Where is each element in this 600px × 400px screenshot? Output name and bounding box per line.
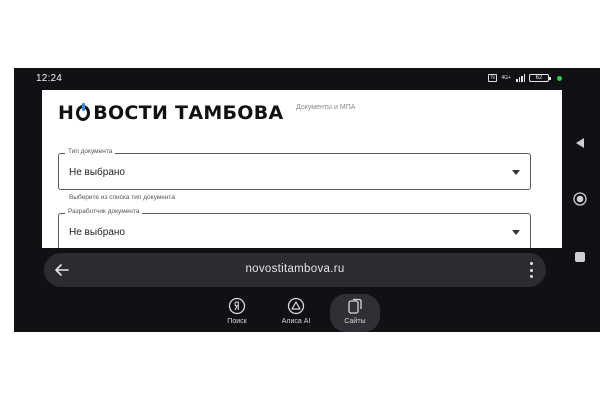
- nav-back-triangle-icon[interactable]: [573, 136, 587, 150]
- alice-ai-icon: [287, 297, 305, 315]
- logo-power-icon: [75, 103, 93, 123]
- phone-screen: 12:24 N 4G+ 62 Н ВОСТИ ТАМБОВА Документы…: [14, 68, 600, 332]
- web-content: Н ВОСТИ ТАМБОВА Документы и МПА Тип доку…: [42, 90, 562, 248]
- document-type-value: Не выбрано: [69, 167, 125, 178]
- battery-level: 62: [535, 75, 543, 81]
- document-type-hint: Выберите из списка тип документа: [69, 194, 175, 201]
- network-type: 4G+: [501, 75, 511, 81]
- document-developer-select[interactable]: Разработчик документа Не выбрано: [58, 208, 531, 248]
- battery-icon: 62: [529, 74, 551, 82]
- sites-cards-icon: [348, 298, 362, 314]
- tab-search[interactable]: Поиск: [212, 294, 262, 332]
- browser-address-bar[interactable]: novostitambova.ru: [44, 253, 546, 287]
- document-type-select[interactable]: Тип документа Не выбрано: [58, 148, 531, 190]
- tab-sites[interactable]: Сайты: [330, 294, 380, 332]
- document-type-legend: Тип документа: [65, 148, 116, 155]
- site-logo[interactable]: Н ВОСТИ ТАМБОВА: [58, 101, 284, 125]
- signal-icon: [516, 74, 525, 82]
- yandex-search-icon: [228, 297, 246, 315]
- system-nav-bar: [562, 68, 600, 332]
- status-time: 12:24: [36, 73, 63, 84]
- nav-home-circle-icon[interactable]: [573, 192, 587, 206]
- status-icons: N 4G+ 62: [488, 74, 562, 82]
- document-developer-value: Не выбрано: [69, 227, 125, 238]
- url-text[interactable]: novostitambova.ru: [44, 263, 546, 275]
- document-developer-legend: Разработчик документа: [65, 208, 143, 215]
- nav-recents-square-icon[interactable]: [575, 252, 585, 262]
- more-menu-icon[interactable]: [528, 262, 534, 278]
- tab-alice[interactable]: Алиса AI: [271, 294, 321, 332]
- dropdown-arrow-icon: [512, 170, 520, 175]
- dropdown-arrow-icon: [512, 230, 520, 235]
- tab-alice-label: Алиса AI: [281, 318, 311, 325]
- section-label: Документы и МПА: [296, 104, 356, 111]
- nfc-icon: N: [488, 74, 498, 82]
- tab-search-label: Поиск: [227, 318, 247, 325]
- status-bar: 12:24 N 4G+ 62: [14, 68, 562, 90]
- tab-sites-label: Сайты: [344, 318, 366, 325]
- logo-text-end: ВОСТИ ТАМБОВА: [93, 102, 284, 124]
- logo-text-start: Н: [58, 102, 75, 124]
